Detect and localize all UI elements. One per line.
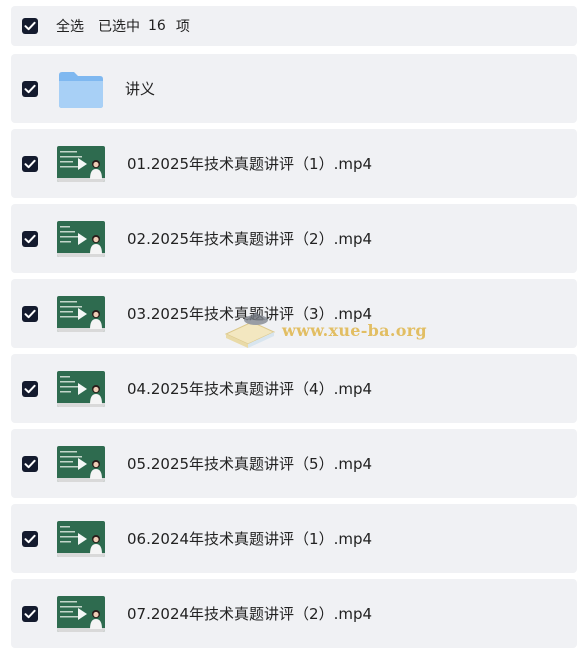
- checkmark-icon: [24, 384, 36, 393]
- item-name[interactable]: 讲义: [125, 78, 155, 99]
- item-checkbox[interactable]: [22, 305, 38, 322]
- video-thumbnail-icon: [57, 445, 105, 482]
- video-thumbnail-icon: [57, 520, 105, 557]
- item-checkbox[interactable]: [22, 455, 38, 472]
- item-checkbox[interactable]: [22, 530, 38, 547]
- video-thumbnail-icon: [57, 370, 105, 407]
- checkmark-icon: [24, 84, 36, 93]
- item-name[interactable]: 02.2025年技术真题讲评（2）.mp4: [127, 228, 372, 249]
- checkmark-icon: [24, 234, 36, 243]
- watermark-book-icon: [224, 312, 276, 348]
- checkmark-icon: [24, 534, 36, 543]
- select-all-checkbox[interactable]: [22, 18, 38, 34]
- item-checkbox[interactable]: [22, 80, 38, 97]
- list-item[interactable]: 07.2024年技术真题讲评（2）.mp4: [11, 579, 577, 648]
- video-thumbnail: [57, 145, 127, 182]
- select-all-label: 全选: [56, 19, 84, 35]
- video-thumbnail: [57, 520, 127, 557]
- watermark: www.xue-ba.org: [222, 308, 427, 352]
- selected-prefix: 已选中: [98, 19, 140, 35]
- item-checkbox[interactable]: [22, 230, 38, 247]
- video-thumbnail: [57, 370, 127, 407]
- list-item[interactable]: 05.2025年技术真题讲评（5）.mp4: [11, 429, 577, 498]
- list-item[interactable]: 讲义: [11, 54, 577, 123]
- video-thumbnail: [57, 445, 127, 482]
- item-name[interactable]: 07.2024年技术真题讲评（2）.mp4: [127, 603, 372, 624]
- item-checkbox[interactable]: [22, 155, 38, 172]
- item-checkbox[interactable]: [22, 380, 38, 397]
- folder-icon-wrap: [57, 67, 125, 111]
- item-name[interactable]: 06.2024年技术真题讲评（1）.mp4: [127, 528, 372, 549]
- video-thumbnail-icon: [57, 145, 105, 182]
- item-name[interactable]: 05.2025年技术真题讲评（5）.mp4: [127, 453, 372, 474]
- item-name[interactable]: 04.2025年技术真题讲评（4）.mp4: [127, 378, 372, 399]
- list-item[interactable]: 01.2025年技术真题讲评（1）.mp4: [11, 129, 577, 198]
- checkmark-icon: [24, 21, 36, 31]
- selected-suffix: 项: [175, 19, 190, 35]
- watermark-text: www.xue-ba.org: [282, 320, 427, 340]
- checkmark-icon: [24, 159, 36, 168]
- list-item[interactable]: 02.2025年技术真题讲评（2）.mp4: [11, 204, 577, 273]
- video-thumbnail: [57, 220, 127, 257]
- video-thumbnail: [57, 295, 127, 332]
- video-thumbnail-icon: [57, 595, 105, 632]
- select-all-bar: 全选 已选中 16 项: [11, 6, 577, 46]
- video-thumbnail-icon: [57, 295, 105, 332]
- list-item[interactable]: 04.2025年技术真题讲评（4）.mp4: [11, 354, 577, 423]
- item-checkbox[interactable]: [22, 605, 38, 622]
- checkmark-icon: [24, 309, 36, 318]
- checkmark-icon: [24, 459, 36, 468]
- checkmark-icon: [24, 609, 36, 618]
- selected-count: 16: [148, 18, 166, 34]
- item-name[interactable]: 01.2025年技术真题讲评（1）.mp4: [127, 153, 372, 174]
- video-thumbnail-icon: [57, 220, 105, 257]
- video-thumbnail: [57, 595, 127, 632]
- list-item[interactable]: 06.2024年技术真题讲评（1）.mp4: [11, 504, 577, 573]
- folder-icon: [59, 71, 103, 108]
